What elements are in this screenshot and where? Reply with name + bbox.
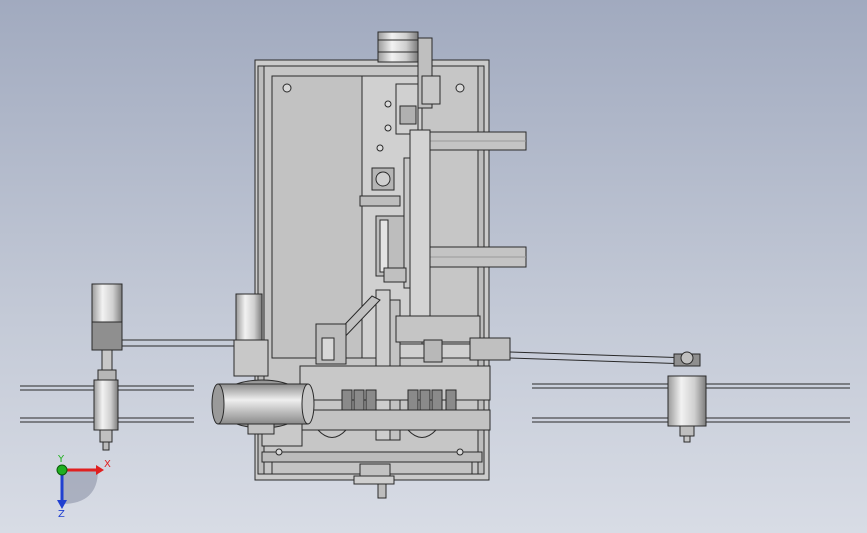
cad-viewport[interactable]: X Y Z [0, 0, 867, 533]
orientation-triad: X Y Z [56, 454, 111, 520]
y-axis-label: Y [57, 454, 65, 465]
triad-shadow [62, 470, 98, 504]
z-axis-label: Z [58, 509, 65, 520]
y-axis-dot [56, 464, 68, 476]
x-axis-label: X [104, 459, 111, 470]
z-axis-head [57, 500, 67, 509]
x-axis-head [96, 465, 104, 475]
